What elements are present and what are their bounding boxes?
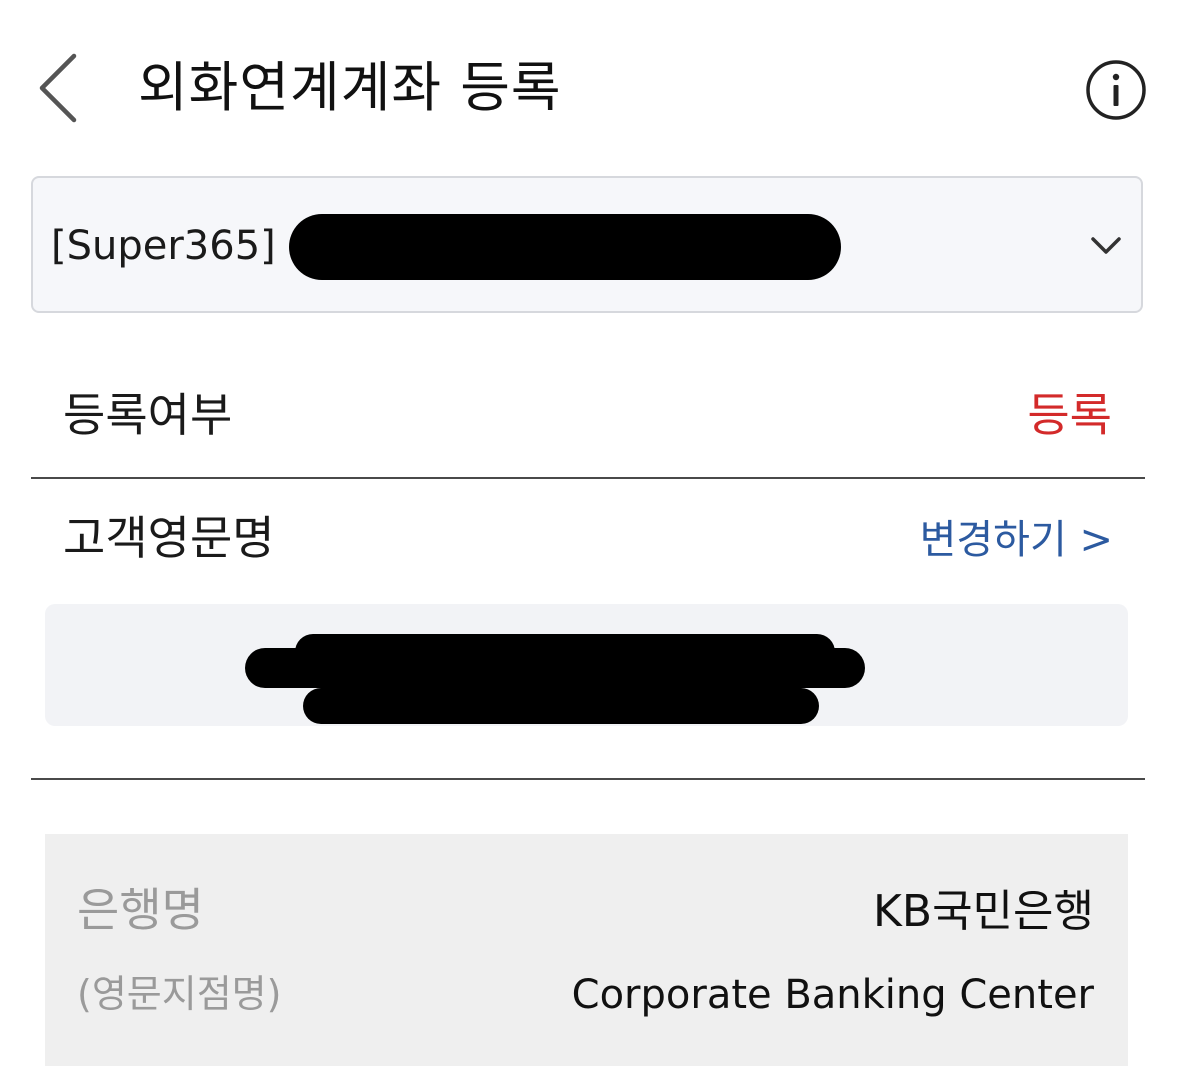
info-button[interactable] — [1084, 58, 1148, 122]
branch-name-label: (영문지점명) — [77, 972, 282, 1016]
registration-status-value: 등록 — [1027, 388, 1112, 442]
redaction-mark — [295, 634, 835, 670]
redaction-mark — [289, 214, 841, 280]
divider — [31, 778, 1145, 780]
bank-info-panel: 은행명 KB국민은행 (영문지점명) Corporate Banking Cen… — [45, 834, 1128, 1066]
bank-name-value: KB국민은행 — [873, 886, 1094, 937]
registration-status-label: 등록여부 — [63, 388, 233, 442]
account-select-value: [Super365] — [51, 223, 276, 269]
redaction-mark — [303, 688, 819, 724]
bank-name-label: 은행명 — [77, 883, 204, 937]
customer-english-name-label: 고객영문명 — [63, 511, 275, 565]
branch-name-value: Corporate Banking Center — [571, 972, 1094, 1018]
divider — [31, 477, 1145, 479]
account-select-dropdown[interactable]: [Super365] — [31, 176, 1143, 313]
chevron-left-icon — [39, 53, 77, 123]
top-app-bar: 외화연계계좌 등록 — [0, 0, 1179, 175]
back-button[interactable] — [30, 50, 90, 126]
customer-name-field — [45, 604, 1128, 726]
chevron-down-icon — [1091, 237, 1121, 254]
info-circle-icon — [1086, 60, 1146, 120]
page-title: 외화연계계좌 등록 — [138, 56, 562, 119]
change-name-link[interactable]: 변경하기 > — [920, 512, 1113, 568]
